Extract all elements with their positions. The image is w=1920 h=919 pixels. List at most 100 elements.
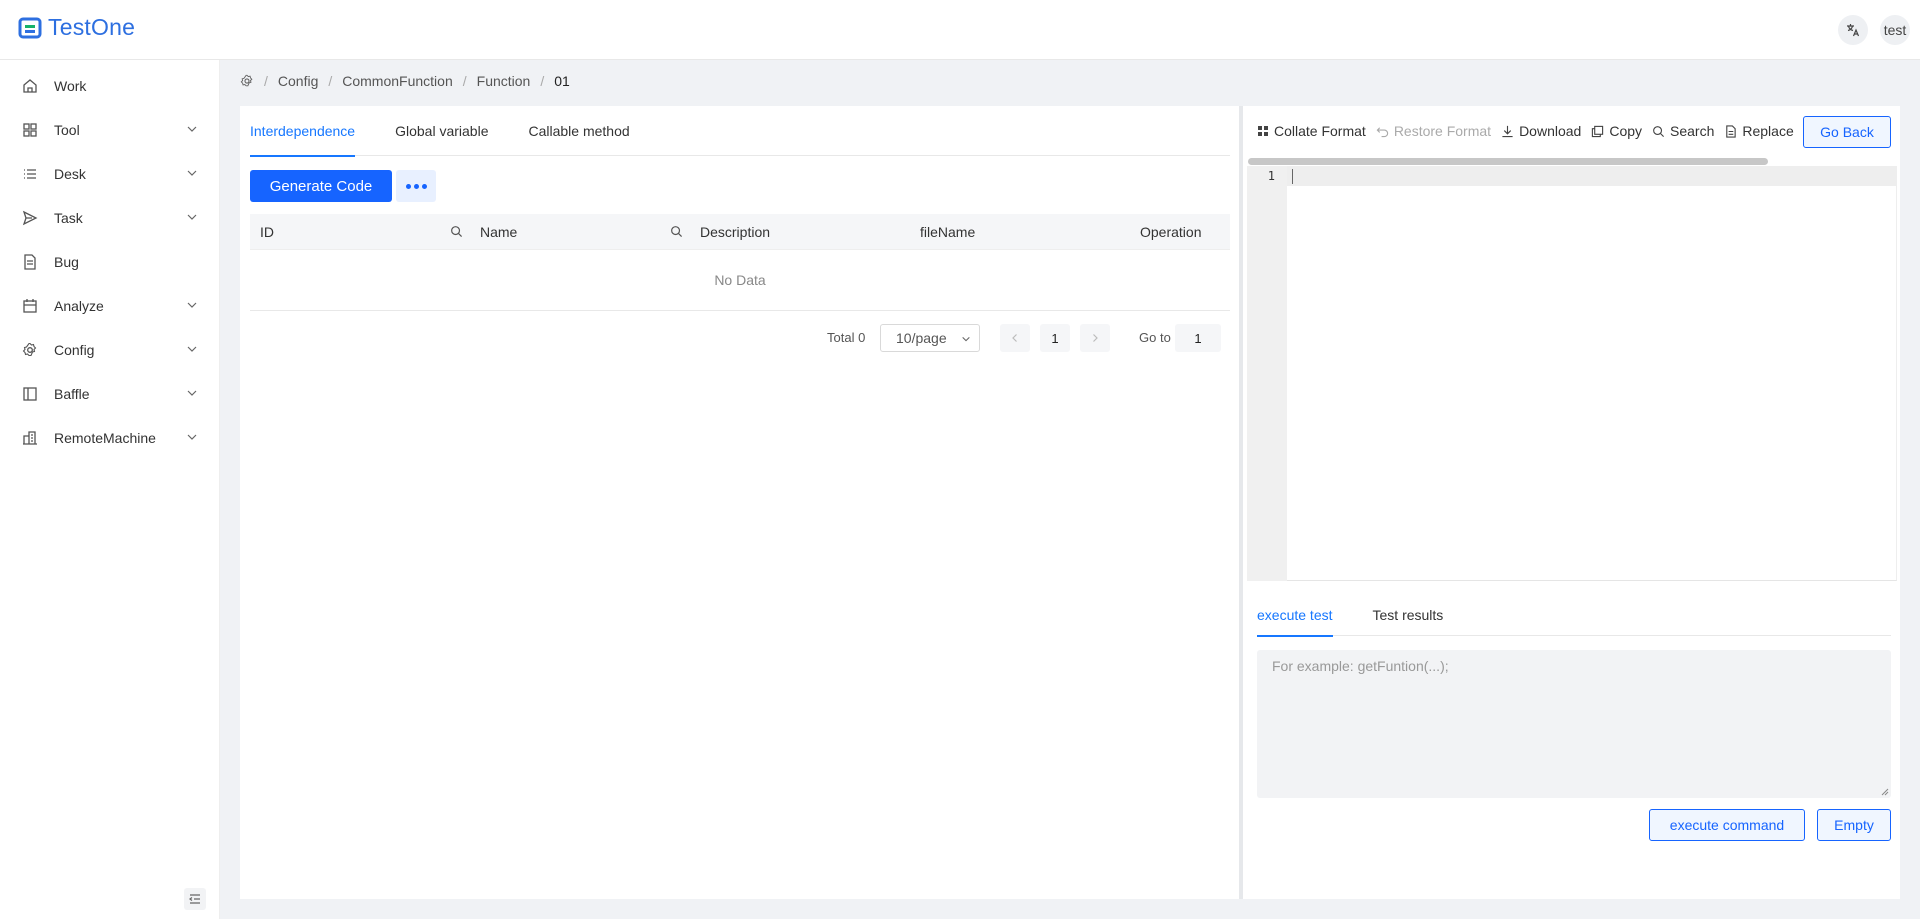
resize-handle-icon[interactable] [1880,787,1889,796]
code-editor[interactable]: 1 [1247,166,1897,581]
building-icon [20,428,40,448]
sidebar-item-label: Task [54,210,83,226]
more-dot [405,183,411,189]
search-icon[interactable] [450,225,463,238]
grid-icon [20,120,40,140]
line-number: 1 [1267,169,1275,183]
calendar-icon [20,296,40,316]
download-button[interactable]: Download [1501,123,1581,139]
sidebar-item-baffle[interactable]: Baffle [0,372,220,416]
command-input[interactable]: For example: getFuntion(...); [1257,650,1891,798]
breadcrumb-separator: / [264,73,268,89]
sidebar-item-label: RemoteMachine [54,430,156,446]
download-label: Download [1519,123,1582,139]
sidebar-item-label: Config [54,342,95,358]
sidebar-item-label: Baffle [54,386,90,402]
go-back-button[interactable]: Go Back [1803,116,1891,148]
search-button[interactable]: Search [1652,123,1714,139]
sidebar-item-remotemachine[interactable]: RemoteMachine [0,416,220,460]
page-number-button[interactable]: 1 [1040,324,1070,352]
chevron-down-icon [187,346,197,352]
collapse-icon [189,894,200,904]
page-size-value: 10/page [896,330,947,346]
app-title: TestOne [48,14,136,40]
sidebar-item-label: Bug [54,254,79,270]
editor-gutter [1247,166,1287,581]
collate-format-button[interactable]: Collate Format [1257,123,1366,139]
breadcrumb-item[interactable]: Config [278,73,318,89]
tab-callable-method[interactable]: Callable method [528,106,629,156]
breadcrumb-separator: / [462,73,467,89]
execute-command-button[interactable]: execute command [1649,809,1805,841]
column-name: Name [480,224,518,240]
search-label: Search [1670,123,1715,139]
grid-icon [1258,126,1268,136]
next-page-button[interactable] [1080,324,1110,352]
sidebar-item-label: Analyze [54,298,104,314]
settings-icon[interactable] [240,74,254,88]
search-icon[interactable] [670,225,683,238]
tab-interdependence[interactable]: Interdependence [250,106,356,157]
sidebar-item-analyze[interactable]: Analyze [0,284,220,328]
breadcrumb-item[interactable]: CommonFunction [342,73,453,89]
chevron-down-icon [187,126,197,132]
right-panel: Collate Format Restore Format Download C… [1243,106,1900,899]
empty-button[interactable]: Empty [1817,809,1891,841]
chevron-down-icon [962,336,970,342]
prev-page-button[interactable] [1000,324,1030,352]
top-header: TestOne test [0,0,1920,60]
page-size-select[interactable]: 10/page [880,324,980,352]
left-panel: Interdependence Global variable Callable… [240,106,1239,899]
sidebar-item-task[interactable]: Task [0,196,220,240]
breadcrumb-separator: / [328,73,333,89]
goto-page-input[interactable]: 1 [1175,324,1221,352]
chevron-left-icon [1012,334,1017,342]
more-dot [413,183,419,189]
more-dot [421,183,427,189]
sidebar-item-tool[interactable]: Tool [0,108,220,152]
copy-icon [1592,125,1604,137]
execution-tabs: execute test Test results [1257,594,1891,637]
sidebar-item-label: Tool [54,122,80,138]
table-header: ID Name Description fileName Operation [250,214,1230,250]
more-button[interactable] [396,170,436,202]
column-operation: Operation [1140,224,1202,240]
sidebar-item-label: Desk [54,166,86,182]
tab-execute-test[interactable]: execute test [1257,594,1333,637]
sidebar-item-label: Work [54,78,87,94]
replace-label: Replace [1742,123,1794,139]
copy-button[interactable]: Copy [1591,123,1642,139]
editor-horizontal-scrollbar[interactable] [1248,158,1768,165]
breadcrumb: / Config / CommonFunction / Function / 0… [240,73,570,89]
collate-format-label: Collate Format [1274,123,1366,139]
pagination: Total 0 10/page 1 Go to 1 [240,322,1239,354]
sidebar-item-work[interactable]: Work [0,64,220,108]
collapse-sidebar-button[interactable] [184,888,206,910]
tab-global-variable[interactable]: Global variable [395,106,488,156]
gear-icon [20,340,40,360]
table-empty-state: No Data [250,250,1230,311]
chevron-right-icon [1093,334,1098,342]
breadcrumb-item[interactable]: Function [477,73,531,89]
language-button[interactable] [1838,15,1868,45]
sidebar-item-bug[interactable]: Bug [0,240,220,284]
tab-test-results[interactable]: Test results [1373,594,1444,636]
chevron-down-icon [187,214,197,220]
sidebar: Work Tool Desk Task Bug Analyze Config B… [0,60,220,919]
column-description: Description [700,224,771,240]
replace-button[interactable]: Replace [1724,123,1794,139]
app-logo[interactable]: TestOne [18,14,135,41]
goto-label: Go to [1139,330,1171,345]
document-icon [1726,124,1737,138]
editor-toolbar: Collate Format Restore Format Download C… [1257,118,1794,144]
restore-format-button[interactable]: Restore Format [1376,123,1491,139]
sidebar-item-desk[interactable]: Desk [0,152,220,196]
chevron-down-icon [187,390,197,396]
command-placeholder: For example: getFuntion(...); [1272,658,1449,674]
copy-label: Copy [1609,123,1643,139]
generate-code-button[interactable]: Generate Code [250,170,392,202]
user-avatar[interactable]: test [1880,15,1910,45]
sidebar-item-config[interactable]: Config [0,328,220,372]
pagination-total: Total 0 [827,330,866,345]
search-icon [1653,125,1665,137]
